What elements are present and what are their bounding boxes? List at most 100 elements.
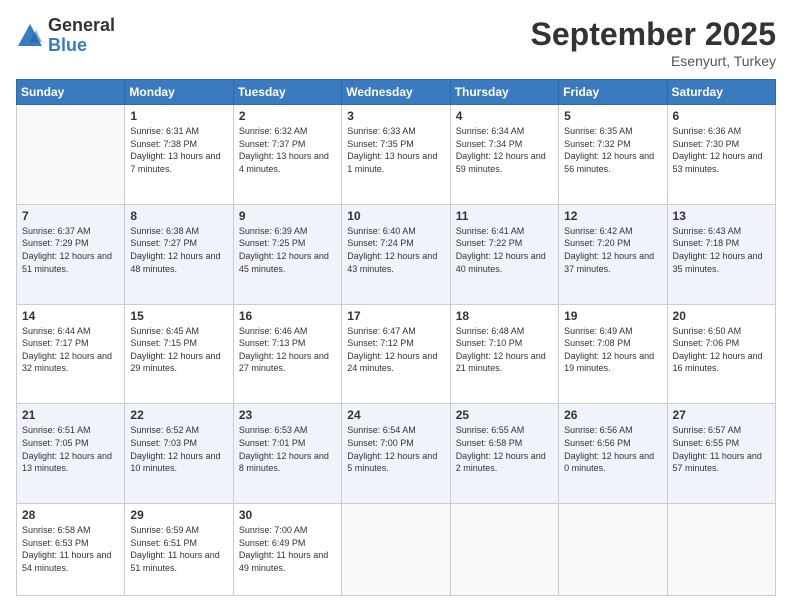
calendar-cell: 1 Sunrise: 6:31 AM Sunset: 7:38 PM Dayli… <box>125 105 233 205</box>
day-number: 15 <box>130 309 227 323</box>
calendar-cell: 12 Sunrise: 6:42 AM Sunset: 7:20 PM Dayl… <box>559 204 667 304</box>
weekday-header-sunday: Sunday <box>17 80 125 105</box>
calendar-cell: 13 Sunrise: 6:43 AM Sunset: 7:18 PM Dayl… <box>667 204 775 304</box>
day-number: 17 <box>347 309 444 323</box>
logo-general: General <box>48 16 115 36</box>
calendar-cell: 16 Sunrise: 6:46 AM Sunset: 7:13 PM Dayl… <box>233 304 341 404</box>
calendar-cell: 15 Sunrise: 6:45 AM Sunset: 7:15 PM Dayl… <box>125 304 233 404</box>
day-info: Sunrise: 6:31 AM Sunset: 7:38 PM Dayligh… <box>130 125 227 175</box>
day-info: Sunrise: 6:54 AM Sunset: 7:00 PM Dayligh… <box>347 424 444 474</box>
calendar-week-row: 28 Sunrise: 6:58 AM Sunset: 6:53 PM Dayl… <box>17 504 776 596</box>
day-number: 21 <box>22 408 119 422</box>
day-info: Sunrise: 6:44 AM Sunset: 7:17 PM Dayligh… <box>22 325 119 375</box>
month-title: September 2025 <box>531 16 776 53</box>
day-info: Sunrise: 6:47 AM Sunset: 7:12 PM Dayligh… <box>347 325 444 375</box>
calendar-week-row: 7 Sunrise: 6:37 AM Sunset: 7:29 PM Dayli… <box>17 204 776 304</box>
weekday-header-thursday: Thursday <box>450 80 558 105</box>
day-info: Sunrise: 6:37 AM Sunset: 7:29 PM Dayligh… <box>22 225 119 275</box>
calendar-cell: 23 Sunrise: 6:53 AM Sunset: 7:01 PM Dayl… <box>233 404 341 504</box>
day-number: 16 <box>239 309 336 323</box>
calendar-cell: 4 Sunrise: 6:34 AM Sunset: 7:34 PM Dayli… <box>450 105 558 205</box>
day-info: Sunrise: 6:55 AM Sunset: 6:58 PM Dayligh… <box>456 424 553 474</box>
calendar-cell: 8 Sunrise: 6:38 AM Sunset: 7:27 PM Dayli… <box>125 204 233 304</box>
calendar-table: SundayMondayTuesdayWednesdayThursdayFrid… <box>16 79 776 596</box>
day-info: Sunrise: 6:57 AM Sunset: 6:55 PM Dayligh… <box>673 424 770 474</box>
day-number: 3 <box>347 109 444 123</box>
calendar-cell: 28 Sunrise: 6:58 AM Sunset: 6:53 PM Dayl… <box>17 504 125 596</box>
day-number: 10 <box>347 209 444 223</box>
page: General Blue September 2025 Esenyurt, Tu… <box>0 0 792 612</box>
day-number: 14 <box>22 309 119 323</box>
day-info: Sunrise: 6:52 AM Sunset: 7:03 PM Dayligh… <box>130 424 227 474</box>
day-number: 4 <box>456 109 553 123</box>
title-block: September 2025 Esenyurt, Turkey <box>531 16 776 69</box>
day-info: Sunrise: 6:41 AM Sunset: 7:22 PM Dayligh… <box>456 225 553 275</box>
calendar-cell <box>342 504 450 596</box>
day-info: Sunrise: 6:42 AM Sunset: 7:20 PM Dayligh… <box>564 225 661 275</box>
calendar-cell: 5 Sunrise: 6:35 AM Sunset: 7:32 PM Dayli… <box>559 105 667 205</box>
day-number: 18 <box>456 309 553 323</box>
weekday-header-monday: Monday <box>125 80 233 105</box>
day-info: Sunrise: 6:34 AM Sunset: 7:34 PM Dayligh… <box>456 125 553 175</box>
day-number: 24 <box>347 408 444 422</box>
day-number: 5 <box>564 109 661 123</box>
day-info: Sunrise: 6:36 AM Sunset: 7:30 PM Dayligh… <box>673 125 770 175</box>
calendar-cell: 19 Sunrise: 6:49 AM Sunset: 7:08 PM Dayl… <box>559 304 667 404</box>
day-number: 30 <box>239 508 336 522</box>
day-info: Sunrise: 6:50 AM Sunset: 7:06 PM Dayligh… <box>673 325 770 375</box>
day-info: Sunrise: 6:53 AM Sunset: 7:01 PM Dayligh… <box>239 424 336 474</box>
day-info: Sunrise: 6:38 AM Sunset: 7:27 PM Dayligh… <box>130 225 227 275</box>
day-number: 2 <box>239 109 336 123</box>
day-number: 13 <box>673 209 770 223</box>
day-info: Sunrise: 6:46 AM Sunset: 7:13 PM Dayligh… <box>239 325 336 375</box>
day-number: 1 <box>130 109 227 123</box>
weekday-header-row: SundayMondayTuesdayWednesdayThursdayFrid… <box>17 80 776 105</box>
day-number: 23 <box>239 408 336 422</box>
calendar-cell <box>450 504 558 596</box>
calendar-week-row: 14 Sunrise: 6:44 AM Sunset: 7:17 PM Dayl… <box>17 304 776 404</box>
calendar-week-row: 21 Sunrise: 6:51 AM Sunset: 7:05 PM Dayl… <box>17 404 776 504</box>
day-info: Sunrise: 6:59 AM Sunset: 6:51 PM Dayligh… <box>130 524 227 574</box>
day-info: Sunrise: 6:35 AM Sunset: 7:32 PM Dayligh… <box>564 125 661 175</box>
weekday-header-tuesday: Tuesday <box>233 80 341 105</box>
day-number: 28 <box>22 508 119 522</box>
logo-icon <box>16 22 44 50</box>
day-info: Sunrise: 6:39 AM Sunset: 7:25 PM Dayligh… <box>239 225 336 275</box>
weekday-header-saturday: Saturday <box>667 80 775 105</box>
logo: General Blue <box>16 16 115 56</box>
day-number: 6 <box>673 109 770 123</box>
calendar-cell: 11 Sunrise: 6:41 AM Sunset: 7:22 PM Dayl… <box>450 204 558 304</box>
calendar-cell <box>17 105 125 205</box>
weekday-header-friday: Friday <box>559 80 667 105</box>
calendar-cell: 24 Sunrise: 6:54 AM Sunset: 7:00 PM Dayl… <box>342 404 450 504</box>
location-subtitle: Esenyurt, Turkey <box>531 53 776 69</box>
calendar-cell <box>667 504 775 596</box>
day-info: Sunrise: 6:51 AM Sunset: 7:05 PM Dayligh… <box>22 424 119 474</box>
day-number: 29 <box>130 508 227 522</box>
day-number: 12 <box>564 209 661 223</box>
day-number: 27 <box>673 408 770 422</box>
calendar-cell: 21 Sunrise: 6:51 AM Sunset: 7:05 PM Dayl… <box>17 404 125 504</box>
calendar-cell: 18 Sunrise: 6:48 AM Sunset: 7:10 PM Dayl… <box>450 304 558 404</box>
calendar-cell: 20 Sunrise: 6:50 AM Sunset: 7:06 PM Dayl… <box>667 304 775 404</box>
day-info: Sunrise: 6:58 AM Sunset: 6:53 PM Dayligh… <box>22 524 119 574</box>
calendar-cell: 30 Sunrise: 7:00 AM Sunset: 6:49 PM Dayl… <box>233 504 341 596</box>
weekday-header-wednesday: Wednesday <box>342 80 450 105</box>
day-info: Sunrise: 6:40 AM Sunset: 7:24 PM Dayligh… <box>347 225 444 275</box>
calendar-cell: 17 Sunrise: 6:47 AM Sunset: 7:12 PM Dayl… <box>342 304 450 404</box>
header: General Blue September 2025 Esenyurt, Tu… <box>16 16 776 69</box>
calendar-cell: 26 Sunrise: 6:56 AM Sunset: 6:56 PM Dayl… <box>559 404 667 504</box>
day-number: 11 <box>456 209 553 223</box>
calendar-cell: 9 Sunrise: 6:39 AM Sunset: 7:25 PM Dayli… <box>233 204 341 304</box>
day-info: Sunrise: 6:56 AM Sunset: 6:56 PM Dayligh… <box>564 424 661 474</box>
calendar-cell: 3 Sunrise: 6:33 AM Sunset: 7:35 PM Dayli… <box>342 105 450 205</box>
day-info: Sunrise: 7:00 AM Sunset: 6:49 PM Dayligh… <box>239 524 336 574</box>
day-info: Sunrise: 6:45 AM Sunset: 7:15 PM Dayligh… <box>130 325 227 375</box>
calendar-cell: 10 Sunrise: 6:40 AM Sunset: 7:24 PM Dayl… <box>342 204 450 304</box>
day-number: 26 <box>564 408 661 422</box>
logo-text: General Blue <box>48 16 115 56</box>
day-info: Sunrise: 6:48 AM Sunset: 7:10 PM Dayligh… <box>456 325 553 375</box>
calendar-cell: 22 Sunrise: 6:52 AM Sunset: 7:03 PM Dayl… <box>125 404 233 504</box>
calendar-cell: 2 Sunrise: 6:32 AM Sunset: 7:37 PM Dayli… <box>233 105 341 205</box>
day-info: Sunrise: 6:49 AM Sunset: 7:08 PM Dayligh… <box>564 325 661 375</box>
